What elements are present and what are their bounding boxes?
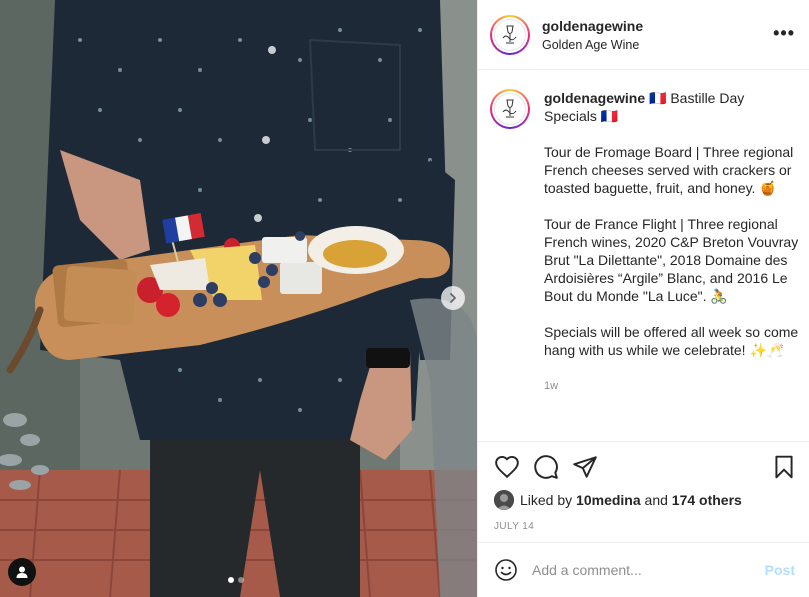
more-options-button[interactable]: ••• (773, 24, 795, 42)
likes-prefix: Liked by (520, 492, 573, 508)
liker-avatar[interactable] (494, 490, 514, 510)
comment-input[interactable] (532, 562, 752, 578)
author-display-name: Golden Age Wine (542, 37, 640, 52)
user-tags-button[interactable] (8, 558, 36, 586)
chevron-right-icon (450, 293, 456, 303)
post-actions: Liked by 10medina and 174 others JULY 14 (478, 441, 809, 541)
caption-heading: goldenagewine 🇫🇷 Bastille Day Specials 🇫… (544, 89, 799, 125)
liker-username-link[interactable]: 10medina (576, 492, 641, 508)
comment-icon[interactable] (533, 454, 559, 480)
caption-paragraph: Tour de Fromage Board | Three regional F… (544, 144, 794, 196)
post-comment-button[interactable]: Post (765, 562, 795, 578)
post-header: goldenagewine Golden Age Wine ••• (478, 0, 809, 70)
post-date[interactable]: JULY 14 (494, 521, 534, 532)
caption-username-link[interactable]: goldenagewine (544, 90, 645, 106)
caption-paragraph: Tour de France Flight | Three regional F… (544, 216, 799, 304)
author-avatar[interactable] (490, 14, 530, 55)
bookmark-icon[interactable] (771, 454, 797, 480)
post-image[interactable] (0, 0, 477, 597)
carousel-dot (238, 577, 244, 583)
share-icon[interactable] (572, 454, 598, 480)
carousel-indicator (228, 577, 244, 583)
likes-summary: Liked by 10medina and 174 others (494, 490, 742, 510)
post-sidebar: goldenagewine Golden Age Wine ••• golden… (477, 0, 809, 597)
post-photo-illustration (0, 0, 477, 597)
wine-logo-icon (502, 99, 517, 118)
caption: goldenagewine 🇫🇷 Bastille Day Specials 🇫… (490, 89, 799, 395)
caption-area[interactable]: goldenagewine 🇫🇷 Bastille Day Specials 🇫… (478, 71, 809, 441)
likes-and: and (644, 492, 668, 508)
caption-paragraph: Specials will be offered all week so com… (544, 324, 799, 358)
carousel-next-button[interactable] (441, 286, 465, 310)
comment-form: Post (478, 542, 809, 597)
author-username-link[interactable]: goldenagewine (542, 18, 643, 34)
caption-author-avatar[interactable] (490, 89, 530, 129)
user-tag-icon (16, 566, 28, 578)
emoji-icon[interactable] (494, 558, 518, 582)
heart-icon[interactable] (494, 454, 520, 480)
liker-avatar-image (494, 490, 514, 510)
caption-timestamp[interactable]: 1w (544, 377, 799, 395)
likes-others-link[interactable]: 174 others (672, 492, 742, 508)
carousel-dot (228, 577, 234, 583)
wine-logo-icon (502, 25, 517, 43)
